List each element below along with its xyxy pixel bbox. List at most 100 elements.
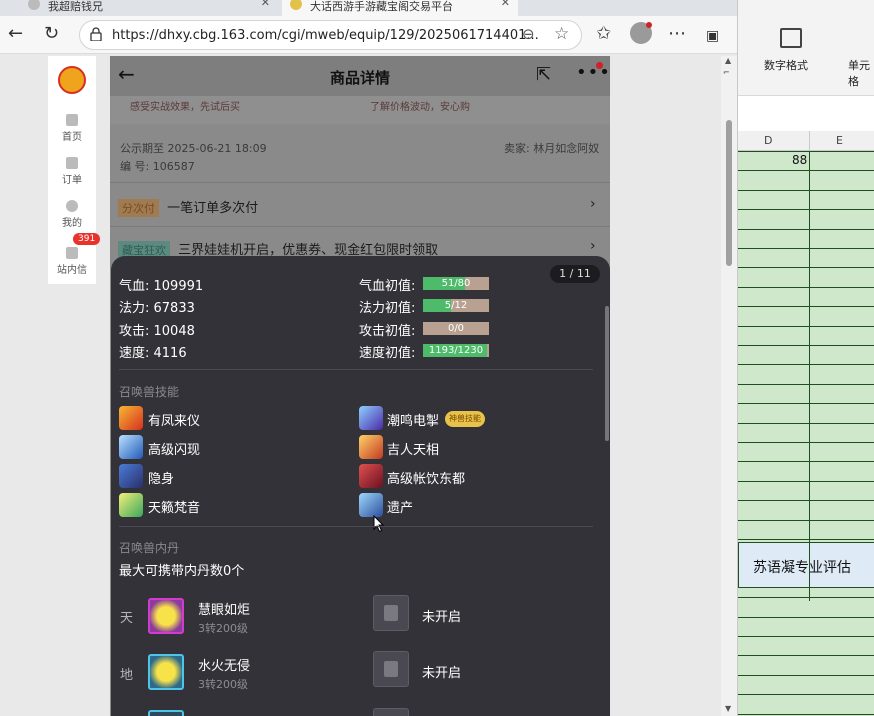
page-scrollbar[interactable]: ▲ ▼ (721, 56, 737, 716)
attack-init-bar: 0/0 (423, 322, 489, 335)
address-bar[interactable]: https://dhxy.cbg.163.com/cgi/mweb/equip/… (79, 20, 582, 50)
column-d[interactable]: D (764, 134, 772, 147)
neidan-fire-water-icon[interactable] (148, 654, 184, 690)
star-icon[interactable]: ☆ (554, 24, 569, 44)
skill-stealth-icon[interactable] (119, 464, 143, 488)
bar-text: 5/12 (444, 300, 468, 311)
grid-row-line (738, 500, 874, 501)
tab-1[interactable]: 我超赔钱兄 ✕ (20, 0, 278, 16)
chevron-right-icon[interactable]: › (590, 238, 596, 254)
nav-orders[interactable]: 订单 (48, 157, 96, 186)
cell-grid[interactable] (738, 151, 874, 716)
neidan-title: 召唤兽内丹 (119, 541, 180, 555)
neidan-name: 水火无侵 (198, 659, 251, 674)
more-icon[interactable]: ⋯ (668, 24, 686, 44)
grid-row-line (738, 306, 874, 307)
locked-slot-icon[interactable] (373, 651, 409, 687)
close-tab-icon[interactable]: ✕ (501, 0, 510, 9)
scrollbar-thumb[interactable] (726, 120, 732, 266)
refresh-icon[interactable]: ↻ (44, 24, 59, 44)
tab-title: 大话西游手游藏宝阁交易平台 (310, 0, 453, 13)
page-counter: 1 / 11 (550, 265, 600, 283)
nav-mine[interactable]: 我的 (48, 200, 96, 229)
grid-row-line (738, 617, 874, 618)
skill-fortune-icon[interactable] (359, 435, 383, 459)
grid-row-line (738, 442, 874, 443)
grid-row-line (738, 403, 874, 404)
grid-row-line (738, 364, 874, 365)
ribbon-expand-icon[interactable]: ⌐ (723, 68, 730, 77)
nav-home[interactable]: 首页 (48, 114, 96, 143)
url-text: https://dhxy.cbg.163.com/cgi/mweb/equip/… (112, 28, 539, 43)
skill-label: 有凤来仪 (148, 414, 201, 429)
panel-scrollbar[interactable] (605, 306, 609, 441)
skills-title: 召唤兽技能 (119, 385, 180, 399)
column-e[interactable]: E (836, 134, 843, 147)
chevron-right-icon[interactable]: › (590, 196, 596, 212)
stat-attack: 攻击: 10048 (119, 324, 195, 339)
scroll-down-icon[interactable]: ▼ (725, 704, 731, 713)
skill-melody-icon[interactable] (119, 493, 143, 517)
formula-area (738, 97, 874, 131)
stat-mp-init-label: 法力初值: (359, 301, 416, 316)
page-title: 商品详情 (329, 69, 390, 87)
notification-dot (596, 62, 603, 69)
grid-column-line (809, 151, 810, 601)
cell-label[interactable]: 单元格 (848, 57, 874, 89)
tab-2[interactable]: 大话西游手游藏宝阁交易平台 ✕ (282, 0, 518, 16)
merged-cell[interactable]: 苏语凝专业评估 (738, 542, 874, 588)
skill-legacy-icon[interactable] (359, 493, 383, 517)
skill-tide-icon[interactable] (359, 406, 383, 430)
skill-phoenix-icon[interactable] (119, 406, 143, 430)
nav-label: 我的 (62, 218, 82, 229)
grid-row-line (738, 326, 874, 327)
grid-row-line (738, 287, 874, 288)
locked-slot-icon[interactable] (373, 595, 409, 631)
grid-row-line (738, 248, 874, 249)
more-dots-icon[interactable]: ••• (576, 62, 610, 83)
skill-label: 隐身 (148, 472, 175, 487)
scroll-up-icon[interactable]: ▲ (725, 56, 731, 65)
share-icon[interactable]: ⇱ (536, 64, 551, 85)
grid-row-line (738, 151, 874, 152)
grid-row-line (738, 481, 874, 482)
neidan-partial-icon[interactable] (148, 710, 184, 716)
nav-messages[interactable]: 391 站内信 (48, 233, 101, 276)
grid-row-line (738, 267, 874, 268)
tab-favicon (290, 0, 302, 10)
grid-row-line (738, 170, 874, 171)
cell-d-value[interactable]: 88 (792, 153, 807, 167)
neidan-eye-icon[interactable] (148, 598, 184, 634)
sidebar-icon[interactable]: ▣ (706, 26, 719, 46)
stat-attack-init-label: 攻击初值: (359, 324, 416, 339)
number-format-label[interactable]: 数字格式 (764, 57, 808, 73)
ribbon: 数字格式 单元格 ⌐ (723, 0, 874, 96)
row-label-earth: 地 (120, 668, 134, 683)
nav-label: 首页 (62, 132, 82, 143)
locked-slot-text: 未开启 (422, 666, 462, 681)
pay-row[interactable]: 分次付 一笔订单多次付 (118, 197, 258, 217)
skill-flash-icon[interactable] (119, 435, 143, 459)
grid-row-line (738, 190, 874, 191)
grid-row-line (738, 694, 874, 695)
column-header: D E (738, 131, 874, 151)
spreadsheet-window: 数字格式 单元格 ⌐ D E 88 苏语凝专业评估 (723, 0, 874, 716)
grid-row-line (738, 539, 874, 540)
grid-row-line (738, 461, 874, 462)
skill-banquet-icon[interactable] (359, 464, 383, 488)
hp-init-bar: 51/80 (423, 277, 489, 290)
locked-slot-icon[interactable] (373, 708, 409, 716)
speed-init-bar: 1193/1230 (423, 344, 489, 357)
zoom-icon[interactable]: ⊖ (522, 25, 535, 43)
close-tab-icon[interactable]: ✕ (261, 0, 270, 9)
divine-skill-badge: 神兽技能 (445, 411, 485, 427)
user-icon (66, 200, 78, 212)
seller-text: 卖家: 林月如念阿奴 (504, 142, 600, 155)
stat-mp: 法力: 67833 (119, 301, 195, 316)
skill-label: 高级帐饮东都 (387, 472, 466, 487)
back-icon[interactable]: ← (8, 24, 23, 44)
favorites-icon[interactable]: ✩ (596, 24, 611, 44)
format-icon[interactable] (780, 28, 802, 48)
profile-dot (646, 22, 652, 28)
home-icon (66, 114, 78, 126)
